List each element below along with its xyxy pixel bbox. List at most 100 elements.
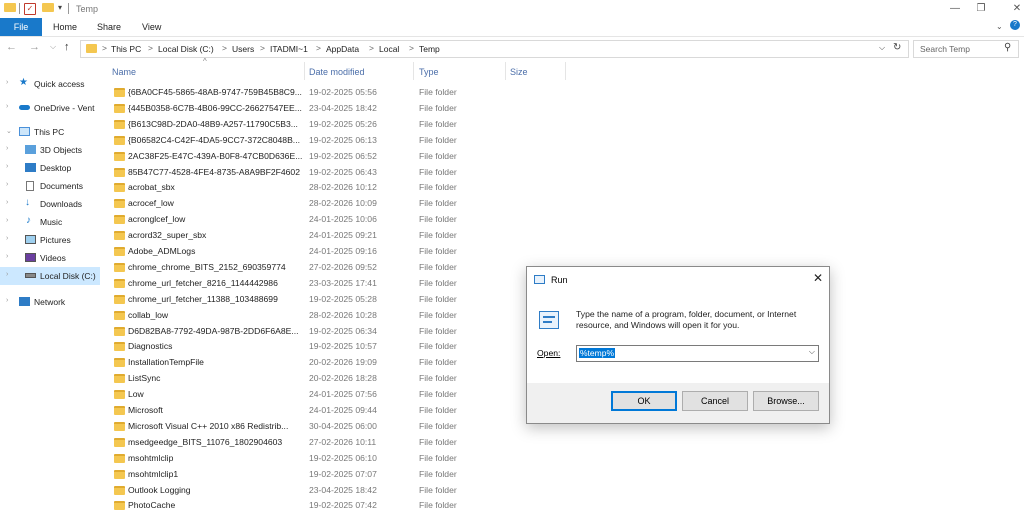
forward-button[interactable]: → [29,41,40,53]
breadcrumb-local-disk[interactable]: Local Disk (C:) [158,44,214,54]
dialog-close-button[interactable]: ✕ [813,271,823,285]
expand-chevron-icon[interactable]: › [6,199,8,206]
cancel-button[interactable]: Cancel [682,391,748,411]
file-row[interactable]: PhotoCache 19-02-2025 07:42 File folder [110,498,580,514]
expand-chevron-icon[interactable]: › [6,253,8,260]
file-row[interactable]: Adobe_ADMLogs 24-01-2025 09:16 File folder [110,244,580,260]
file-row[interactable]: ListSync 20-02-2026 18:28 File folder [110,371,580,387]
nav-item-3d-objects[interactable]: › 3D Objects [0,141,100,159]
expand-chevron-icon[interactable]: › [6,217,8,224]
breadcrumb-this-pc[interactable]: This PC [111,44,141,54]
nav-item-downloads[interactable]: › ↓ Downloads [0,195,100,213]
nav-item-desktop[interactable]: › Desktop [0,159,100,177]
breadcrumb-separator: > [260,43,265,53]
nav-item-documents[interactable]: › Documents [0,177,100,195]
refresh-icon[interactable]: ↻ [893,42,901,53]
expand-chevron-icon[interactable]: › [6,235,8,242]
file-row[interactable]: chrome_url_fetcher_11388_103488699 19-02-… [110,292,580,308]
file-row[interactable]: 85B47C77-4528-4FE4-8735-A8A9BF2F4602 19-0… [110,165,580,181]
browse-button[interactable]: Browse... [753,391,819,411]
nav-item-music[interactable]: › ♪ Music [0,213,100,231]
file-row[interactable]: chrome_chrome_BITS_2152_690359774 27-02-2… [110,260,580,276]
file-name: Low [128,389,144,400]
column-divider[interactable] [304,62,305,80]
file-type: File folder [419,277,457,288]
close-button[interactable]: ✕ [994,0,1024,18]
file-row[interactable]: msedgeedge_BITS_11076_1802904603 27-02-20… [110,435,580,451]
file-row[interactable]: 2AC38F25-E47C-439A-B0F8-47CB0D636E... 19-… [110,149,580,165]
customize-quick-access-icon[interactable]: ▾ [58,3,62,12]
open-input[interactable]: %temp% ⌵ [576,345,819,362]
ok-button[interactable]: OK [611,391,677,411]
tab-home[interactable]: Home [53,18,77,36]
address-bar[interactable]: > This PC > Local Disk (C:) > Users > IT… [80,40,909,58]
tab-view[interactable]: View [142,18,161,36]
properties-icon[interactable]: ✓ [24,3,36,15]
file-row[interactable]: acronglcef_low 24-01-2025 10:06 File folde… [110,212,580,228]
expand-chevron-icon[interactable]: › [6,145,8,152]
nav-item-videos[interactable]: › Videos [0,249,100,267]
breadcrumb-appdata[interactable]: AppData [326,44,359,54]
folder-icon [114,247,125,256]
nav-item-this-pc[interactable]: ⌄ This PC [0,123,100,141]
breadcrumb-separator: > [409,43,414,53]
expand-chevron-icon[interactable]: › [6,163,8,170]
nav-item-quick-access[interactable]: › ★ Quick access [0,75,100,93]
file-name: {B613C98D-2DA0-48B9-A257-11790C5B3... [128,118,298,129]
up-button[interactable]: ↑ [64,41,70,53]
file-date-modified: 24-01-2025 09:21 [309,230,377,241]
expand-chevron-icon[interactable]: › [6,297,8,304]
expand-chevron-icon[interactable]: › [6,79,8,86]
expand-chevron-icon[interactable]: ⌄ [6,127,12,135]
breadcrumb-users[interactable]: Users [232,44,254,54]
search-input[interactable]: Search Temp ⚲ [913,40,1019,58]
file-row[interactable]: Microsoft 24-01-2025 09:44 File folder [110,403,580,419]
file-date-modified: 23-04-2025 18:42 [309,102,377,113]
file-row[interactable]: D6D82BA8-7792-49DA-987B-2DD6F6A8E... 19-0… [110,324,580,340]
address-dropdown-icon[interactable]: ⌵ [879,43,885,53]
file-date-modified: 19-02-2025 05:56 [309,87,377,97]
file-row[interactable]: {445B0358-6C7B-4B06-99CC-26627547EE... 23… [110,101,580,117]
back-button[interactable]: ← [6,41,17,53]
file-row[interactable]: Diagnostics 19-02-2025 10:57 File folder [110,339,580,355]
nav-item-label: Pictures [40,235,71,245]
column-divider[interactable] [565,62,566,80]
column-divider[interactable] [413,62,414,80]
help-icon[interactable]: ? [1010,20,1020,30]
file-row[interactable]: acrocef_low 28-02-2026 10:09 File folder [110,196,580,212]
expand-ribbon-icon[interactable]: ⌄ [996,22,1003,31]
file-row[interactable]: {B06582C4-C42F-4DA5-9CC7-372C8048B... 19-… [110,133,580,149]
file-row[interactable]: {6BA0CF45-5865-48AB-9747-759B45B8C9... 19… [110,85,580,101]
expand-chevron-icon[interactable]: › [6,181,8,188]
file-row[interactable]: acrobat_sbx 28-02-2026 10:12 File folder [110,180,580,196]
tab-file[interactable]: File [0,18,42,36]
nav-item-onedrive[interactable]: › OneDrive - Vent [0,99,100,117]
new-folder-icon[interactable] [42,3,54,12]
breadcrumb-local[interactable]: Local [379,44,399,54]
file-row[interactable]: acrord32_super_sbx 24-01-2025 09:21 File f… [110,228,580,244]
expand-chevron-icon[interactable]: › [6,271,8,278]
file-row[interactable]: Microsoft Visual C++ 2010 x86 Redistrib.… [110,419,580,435]
file-row[interactable]: chrome_url_fetcher_8216_1144442986 23-03-… [110,276,580,292]
column-divider[interactable] [505,62,506,80]
file-row[interactable]: Low 24-01-2025 07:56 File folder [110,387,580,403]
nav-item-network[interactable]: › Network [0,293,100,311]
nav-item-pictures[interactable]: › Pictures [0,231,100,249]
expand-chevron-icon[interactable]: › [6,103,8,110]
file-date-modified: 19-02-2025 06:34 [309,325,377,336]
file-row[interactable]: collab_low 28-02-2026 10:28 File folder [110,308,580,324]
run-icon [534,275,545,284]
nav-item-local-disk[interactable]: › Local Disk (C:) [0,267,100,285]
breadcrumb-itadmi[interactable]: ITADMI~1 [270,44,308,54]
folder-icon[interactable] [4,3,16,12]
tab-share[interactable]: Share [97,18,121,36]
breadcrumb-temp[interactable]: Temp [419,44,440,54]
file-row[interactable]: msohtmlclip 19-02-2025 06:10 File folder [110,451,580,467]
file-row[interactable]: msohtmlclip1 19-02-2025 07:07 File folder [110,467,580,483]
recent-locations-button[interactable]: ⌵ [50,42,56,52]
chevron-down-icon[interactable]: ⌵ [809,347,815,357]
file-row[interactable]: {B613C98D-2DA0-48B9-A257-11790C5B3... 19-… [110,117,580,133]
file-row[interactable]: InstallationTempFile 20-02-2026 19:09 File… [110,355,580,371]
file-type: File folder [419,484,457,495]
file-row[interactable]: Outlook Logging 23-04-2025 18:42 File fold… [110,483,580,499]
